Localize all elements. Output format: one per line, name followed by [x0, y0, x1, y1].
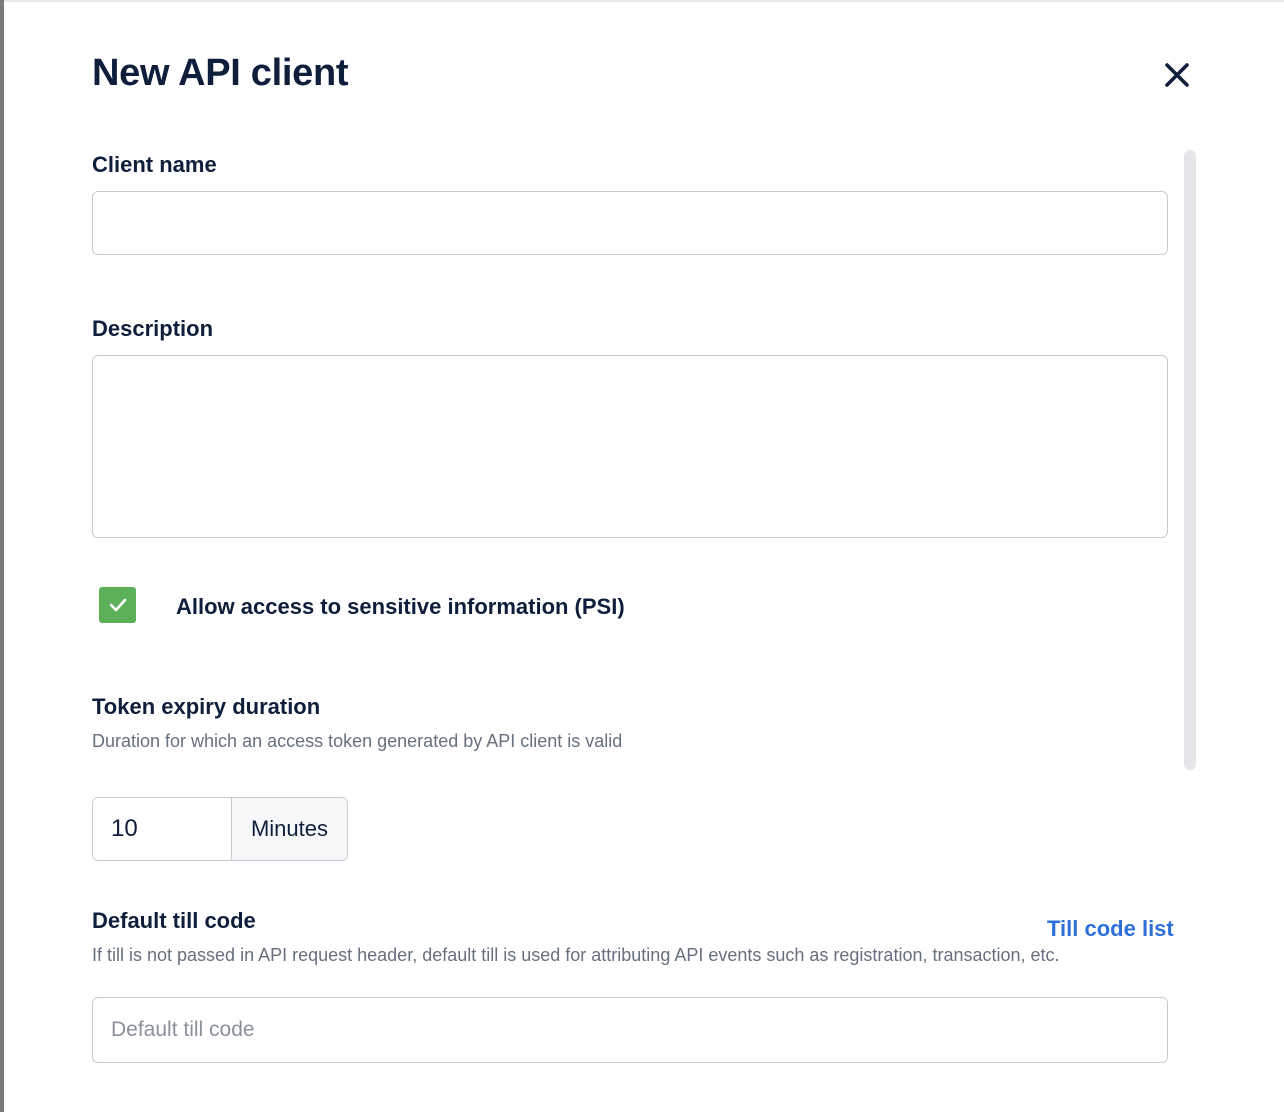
token-expiry-input[interactable]: [93, 798, 231, 860]
token-expiry-helper: Duration for which an access token gener…: [92, 731, 623, 751]
background-page-edge: [0, 0, 4, 1112]
client-name-label: Client name: [92, 152, 217, 177]
dialog-title: New API client: [92, 52, 349, 94]
token-expiry-label: Token expiry duration: [92, 694, 321, 719]
default-till-input[interactable]: [92, 997, 1168, 1063]
description-textarea[interactable]: [92, 355, 1168, 538]
close-button[interactable]: [1160, 58, 1194, 92]
default-till-label: Default till code: [92, 908, 256, 933]
till-code-list-link[interactable]: Till code list: [1047, 916, 1174, 942]
check-icon: [109, 598, 126, 612]
psi-checkbox[interactable]: [99, 587, 136, 623]
token-expiry-field: Minutes: [92, 797, 348, 861]
psi-checkbox-label[interactable]: Allow access to sensitive information (P…: [176, 594, 625, 620]
default-till-helper: If till is not passed in API request hea…: [92, 945, 1060, 965]
client-name-input[interactable]: [92, 191, 1168, 255]
api-client-dialog: New API client Client name Description A…: [0, 0, 1284, 1112]
close-icon: [1165, 63, 1189, 87]
dialog-top-border: [4, 0, 1284, 2]
description-label: Description: [92, 316, 214, 341]
scrollbar[interactable]: [1184, 150, 1196, 770]
token-expiry-unit: Minutes: [231, 798, 347, 860]
